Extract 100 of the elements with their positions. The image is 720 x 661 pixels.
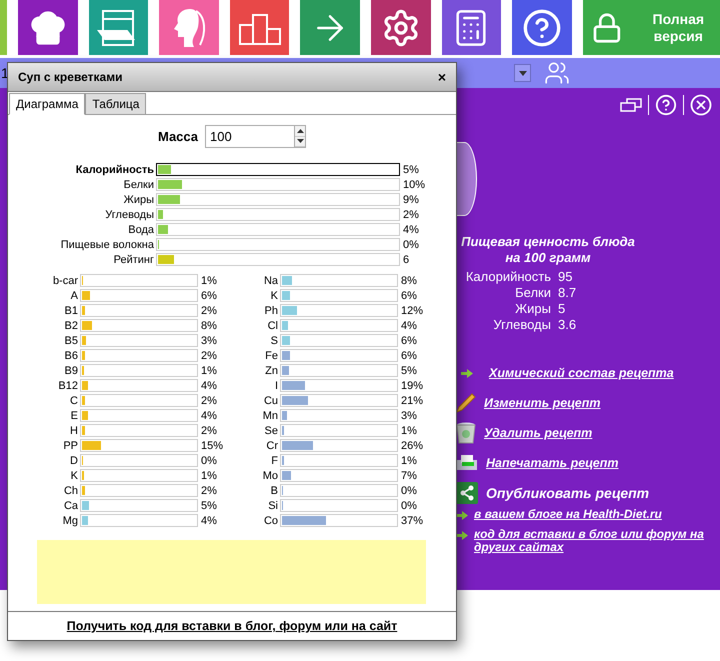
nutrient-label: Co — [262, 514, 279, 526]
percent-value: 0% — [400, 484, 418, 496]
percent-value: 0% — [400, 500, 418, 512]
percent-value: 19% — [400, 380, 424, 392]
nutrient-value: 5 — [558, 301, 566, 317]
spin-down-button[interactable] — [295, 136, 306, 147]
nutrient-label: B5 — [64, 334, 79, 346]
percent-value: 1% — [200, 364, 218, 376]
toolbar-tile[interactable] — [88, 0, 148, 55]
publish-heading: Опубликовать рецепт — [486, 485, 650, 501]
nutrient-label: Ca — [62, 500, 79, 512]
arrow-right-icon — [456, 511, 468, 520]
percent-value: 8% — [400, 274, 418, 286]
percent-value: 15% — [200, 440, 224, 452]
percent-value: 26% — [400, 440, 424, 452]
nutrient-label: E — [70, 410, 79, 422]
tab[interactable]: Диаграмма — [9, 93, 86, 115]
action-link[interactable]: в вашем блоге на Health-Diet.ru — [474, 508, 662, 521]
nutrient-label: A — [70, 290, 79, 302]
percent-value: 4% — [200, 410, 218, 422]
nutrient-label: Белки — [514, 285, 551, 301]
action-link[interactable]: Напечатать рецепт — [486, 456, 618, 470]
nutrient-label: F — [270, 454, 279, 466]
help-icon — [522, 8, 562, 48]
toolbar-tile-edge[interactable] — [0, 0, 7, 55]
search-value: 1 — [0, 65, 9, 81]
toolbar-tile[interactable] — [159, 0, 219, 55]
toolbar-tile[interactable] — [442, 0, 502, 55]
percent-value: 10% — [402, 178, 426, 190]
tab[interactable]: Таблица — [85, 93, 146, 114]
close-button[interactable] — [690, 94, 712, 116]
nutrient-label: Cr — [265, 440, 279, 452]
nutrient-label: Cu — [262, 394, 279, 406]
mass-label: Масса — [158, 129, 198, 144]
nutrient-label: Пищевые волокна — [60, 238, 155, 250]
nutrient-label: S — [270, 334, 279, 346]
percent-value: 9% — [402, 194, 420, 206]
nutrient-label: PP — [62, 440, 79, 452]
action-link[interactable]: код для вставки в блог или форум на других сайтах — [474, 528, 716, 554]
percent-value: 1% — [400, 454, 418, 466]
percent-value: 37% — [400, 514, 424, 526]
percent-value: 12% — [400, 304, 424, 316]
toolbar-tile[interactable] — [300, 0, 360, 55]
percent-value: 4% — [200, 514, 218, 526]
percent-value: 6 — [402, 254, 410, 266]
nutrient-label: I — [274, 380, 279, 392]
nutrient-label: Жиры — [122, 194, 155, 206]
percent-value: 2% — [200, 424, 218, 436]
pencil-icon — [456, 393, 476, 413]
percent-value: 8% — [200, 320, 218, 332]
action-link[interactable]: Химический состав рецепта — [489, 366, 674, 380]
percent-value: 1% — [200, 470, 218, 482]
percent-value: 21% — [400, 394, 424, 406]
percent-value: 6% — [400, 334, 418, 346]
percent-value: 0% — [200, 454, 218, 466]
nutrient-label: B6 — [64, 350, 79, 362]
embed-code-link[interactable]: Получить код для вставки в блог, форум или на сайт — [66, 619, 398, 633]
percent-value: 4% — [400, 320, 418, 332]
nutrient-label: Na — [262, 274, 279, 286]
help-button[interactable] — [655, 94, 677, 116]
toolbar-tile[interactable] — [512, 0, 572, 55]
toolbar-tile[interactable] — [230, 0, 290, 55]
percent-value: 2% — [200, 484, 218, 496]
percent-value: 2% — [200, 394, 218, 406]
percent-value: 4% — [200, 380, 218, 392]
percent-value: 3% — [200, 334, 218, 346]
nutrient-label: Калорийность — [74, 164, 155, 176]
nutrient-label: K — [270, 290, 279, 302]
nutrient-label: Mn — [262, 410, 279, 422]
nutrition-title: Пищевая ценность блюда — [460, 234, 636, 250]
nutrient-label: K — [70, 470, 79, 482]
percent-value: 2% — [200, 304, 218, 316]
action-link[interactable]: Изменить рецепт — [484, 396, 600, 410]
percent-value: 6% — [400, 290, 418, 302]
nutrient-value: 3.6 — [558, 317, 578, 333]
action-link[interactable]: Удалить рецепт — [484, 426, 592, 440]
dialog-title: Суп с креветками — [18, 70, 122, 84]
arrow-right-icon — [461, 368, 473, 378]
percent-value: 5% — [402, 164, 420, 176]
nutrient-label: Углеводы — [104, 208, 155, 220]
spin-up-button[interactable] — [295, 126, 306, 136]
nutrient-label: H — [69, 424, 79, 436]
nutrient-label: D — [69, 454, 79, 466]
percent-value: 3% — [400, 410, 418, 422]
nutrient-label: B1 — [64, 304, 79, 316]
mass-spinbox[interactable]: 100 — [205, 125, 306, 148]
dropdown-button[interactable] — [514, 64, 531, 82]
toolbar-tile[interactable] — [18, 0, 78, 55]
percent-value: 4% — [402, 224, 420, 236]
nutrient-value: 8.7 — [558, 285, 578, 301]
percent-value: 2% — [200, 350, 218, 362]
nutrient-label: Se — [264, 424, 279, 436]
restore-windows-button[interactable] — [620, 98, 642, 112]
toolbar-tile[interactable] — [371, 0, 431, 55]
trash-can-icon — [456, 422, 476, 444]
close-button[interactable]: × — [438, 69, 446, 85]
nutrient-label: Si — [267, 500, 279, 512]
caret-icon — [518, 70, 526, 76]
percent-value: 2% — [402, 208, 420, 220]
nutrient-label: B9 — [64, 364, 79, 376]
